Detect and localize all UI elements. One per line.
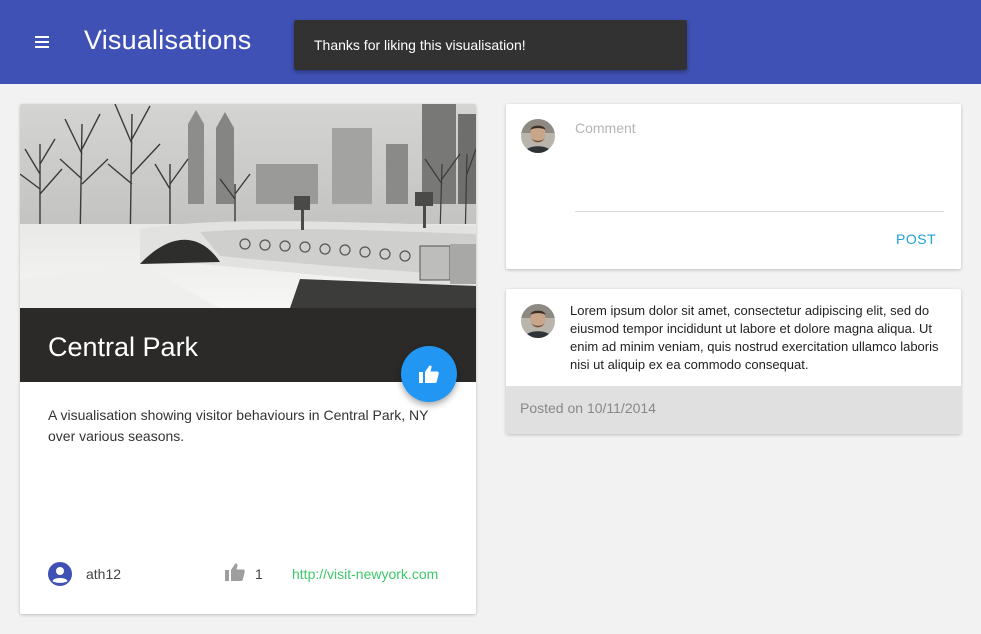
thumb-up-icon: [225, 563, 245, 586]
menu-icon: [35, 36, 49, 48]
visualisation-card: Central Park A visualisation showing vis…: [20, 104, 476, 614]
visualisation-description: A visualisation showing visitor behaviou…: [48, 407, 429, 444]
visualisation-link[interactable]: http://visit-newyork.com: [292, 566, 438, 582]
visualisation-image: [20, 104, 476, 308]
avatar: [521, 304, 555, 338]
account-circle-icon: [48, 562, 72, 591]
snackbar-message: Thanks for liking this visualisation!: [294, 20, 687, 70]
comment-text: Lorem ipsum dolor sit amet, consectetur …: [570, 303, 939, 372]
like-button[interactable]: [401, 346, 457, 402]
like-count: 1: [255, 566, 263, 582]
menu-button[interactable]: [30, 30, 54, 54]
visualisation-footer: ath12 1 http://visit-newyork.com: [48, 562, 448, 586]
comment-footer: Posted on 10/11/2014: [506, 386, 961, 434]
avatar: [521, 119, 555, 153]
thumb-up-icon: [419, 365, 439, 383]
comment-date: Posted on 10/11/2014: [520, 400, 656, 416]
comment-form-card: POST: [506, 104, 961, 269]
comment-input[interactable]: [575, 118, 944, 212]
page-title: Visualisations: [84, 25, 252, 55]
author-name[interactable]: ath12: [86, 566, 121, 582]
comment-card: Lorem ipsum dolor sit amet, consectetur …: [506, 289, 961, 434]
visualisation-title: Central Park: [48, 332, 199, 362]
post-button[interactable]: POST: [896, 231, 936, 247]
